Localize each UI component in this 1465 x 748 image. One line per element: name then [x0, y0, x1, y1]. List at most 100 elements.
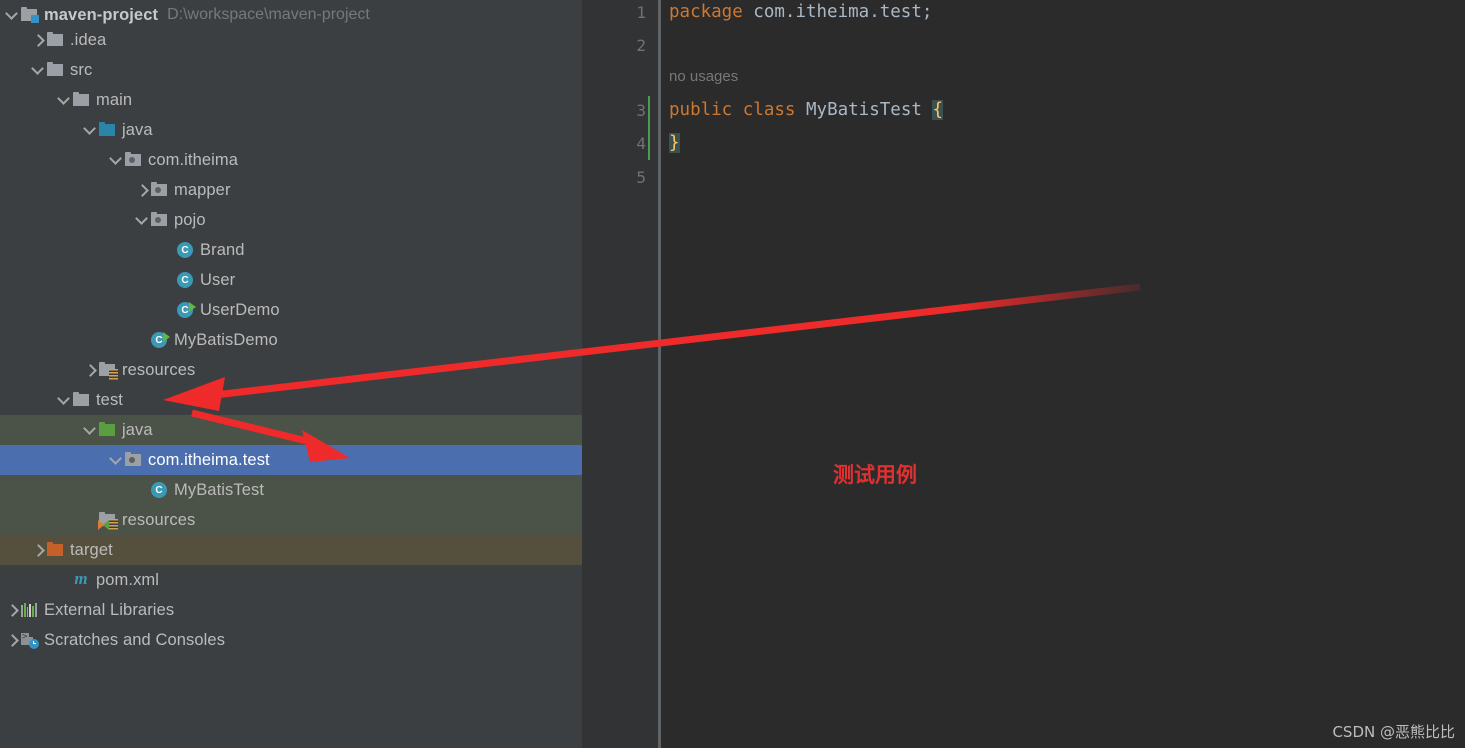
line-number: 3: [636, 101, 646, 120]
tree-row-label: .idea: [70, 30, 107, 49]
tree-row-pojo[interactable]: pojo: [0, 205, 582, 235]
inlay-hint-no-usages[interactable]: no usages: [669, 68, 738, 85]
tree-toggle-spacer: [56, 572, 72, 588]
chevron-down-icon[interactable]: [108, 452, 124, 468]
package-icon: [124, 451, 142, 469]
maven-pom-icon: m: [74, 569, 88, 588]
tree-toggle-spacer: [82, 512, 98, 528]
tree-toggle-spacer: [134, 482, 150, 498]
tree-row-mapper[interactable]: mapper: [0, 175, 582, 205]
folder-test-resources-icon: [98, 511, 118, 530]
tree-row-pom-xml[interactable]: m pom.xml: [0, 565, 582, 595]
tree-row-brand[interactable]: C Brand: [0, 235, 582, 265]
tree-row-mybatistest[interactable]: C MyBatisTest: [0, 475, 582, 505]
chevron-down-icon[interactable]: [30, 62, 46, 78]
tree-row-label: MyBatisDemo: [174, 330, 278, 349]
code-editor[interactable]: package com.itheima.test; public class My…: [661, 0, 1465, 748]
tree-row-label: pojo: [174, 210, 206, 229]
code-line: public class MyBatisTest {: [669, 100, 943, 120]
tree-row-label: com.itheima: [148, 150, 239, 169]
watermark: CSDN @恶熊比比: [1332, 723, 1455, 741]
tree-row-com-itheima-test[interactable]: com.itheima.test: [0, 445, 582, 475]
tree-row-java[interactable]: java: [0, 115, 582, 145]
chevron-right-icon[interactable]: [4, 632, 20, 648]
folder-excluded-icon: [46, 541, 64, 559]
project-tool-window[interactable]: maven-project D:\workspace\maven-project.…: [0, 0, 582, 748]
chevron-right-icon[interactable]: [4, 602, 20, 618]
folder-gray-icon: [72, 391, 90, 409]
code-token: package: [669, 2, 743, 22]
code-token: class: [742, 100, 796, 120]
folder-resources-icon: [98, 361, 118, 380]
tree-row-com-itheima[interactable]: com.itheima: [0, 145, 582, 175]
code-line: package com.itheima.test;: [669, 2, 932, 22]
tree-row-resources[interactable]: resources: [0, 505, 582, 535]
tree-row-label: mapper: [174, 180, 231, 199]
chevron-down-icon[interactable]: [4, 7, 20, 23]
scratches-icon: >: [20, 631, 39, 649]
tree-row-label: pom.xml: [96, 570, 160, 589]
tree-row-label: com.itheima.test: [148, 450, 270, 469]
tree-row--idea[interactable]: .idea: [0, 25, 582, 55]
tree-toggle-spacer: [160, 242, 176, 258]
chevron-down-icon[interactable]: [108, 152, 124, 168]
java-class-icon: C: [150, 481, 168, 499]
line-number: 5: [636, 168, 646, 187]
chevron-down-icon[interactable]: [82, 122, 98, 138]
tree-toggle-spacer: [134, 332, 150, 348]
code-token: com.itheima.test;: [742, 2, 933, 22]
annotation-note: 测试用例: [833, 463, 917, 487]
tree-row-label: src: [70, 60, 93, 79]
tree-row-label: maven-project: [44, 5, 159, 24]
chevron-right-icon[interactable]: [134, 182, 150, 198]
folder-gray-icon: [46, 31, 64, 49]
ide-window: maven-project D:\workspace\maven-project.…: [0, 0, 1465, 748]
tree-toggle-spacer: [160, 272, 176, 288]
brace-match-indicator: [648, 96, 650, 160]
java-class-runnable-icon: C: [176, 301, 196, 319]
tree-row-label: java: [122, 420, 153, 439]
tree-row-label: Scratches and Consoles: [44, 630, 226, 649]
chevron-right-icon[interactable]: [30, 32, 46, 48]
tree-row-label: User: [200, 270, 236, 289]
tree-row-test[interactable]: test: [0, 385, 582, 415]
chevron-down-icon[interactable]: [134, 212, 150, 228]
tree-row-label: External Libraries: [44, 600, 175, 619]
tree-row-resources[interactable]: resources: [0, 355, 582, 385]
chevron-down-icon[interactable]: [82, 422, 98, 438]
chevron-right-icon[interactable]: [30, 542, 46, 558]
code-token: }: [669, 133, 680, 153]
project-path-label: D:\workspace\maven-project: [167, 6, 370, 23]
tree-row-label: java: [122, 120, 153, 139]
code-line: }: [669, 133, 680, 153]
folder-test-source-icon: [98, 421, 116, 439]
folder-source-icon: [98, 121, 116, 139]
tree-row-label: resources: [122, 360, 196, 379]
tree-row-userdemo[interactable]: C UserDemo: [0, 295, 582, 325]
java-class-icon: C: [176, 271, 194, 289]
tree-row-user[interactable]: C User: [0, 265, 582, 295]
tree-row-target[interactable]: target: [0, 535, 582, 565]
code-token: MyBatisTest: [806, 100, 922, 120]
folder-gray-icon: [72, 91, 90, 109]
module-folder-icon: [20, 6, 39, 24]
code-token: public: [669, 100, 733, 120]
line-number: 2: [636, 36, 646, 55]
tree-row-mybatisdemo[interactable]: C MyBatisDemo: [0, 325, 582, 355]
chevron-down-icon[interactable]: [56, 92, 72, 108]
code-token: {: [932, 100, 943, 120]
tree-row-main[interactable]: main: [0, 85, 582, 115]
external-libraries-icon: [20, 601, 38, 619]
chevron-down-icon[interactable]: [56, 392, 72, 408]
tree-row-label: test: [96, 390, 123, 409]
tree-row-label: Brand: [200, 240, 245, 259]
tree-row-label: MyBatisTest: [174, 480, 265, 499]
tree-row-scratches-and-consoles[interactable]: > Scratches and Consoles: [0, 625, 582, 655]
tree-row-src[interactable]: src: [0, 55, 582, 85]
tree-row-java[interactable]: java: [0, 415, 582, 445]
chevron-right-icon[interactable]: [82, 362, 98, 378]
tree-row-external-libraries[interactable]: External Libraries: [0, 595, 582, 625]
